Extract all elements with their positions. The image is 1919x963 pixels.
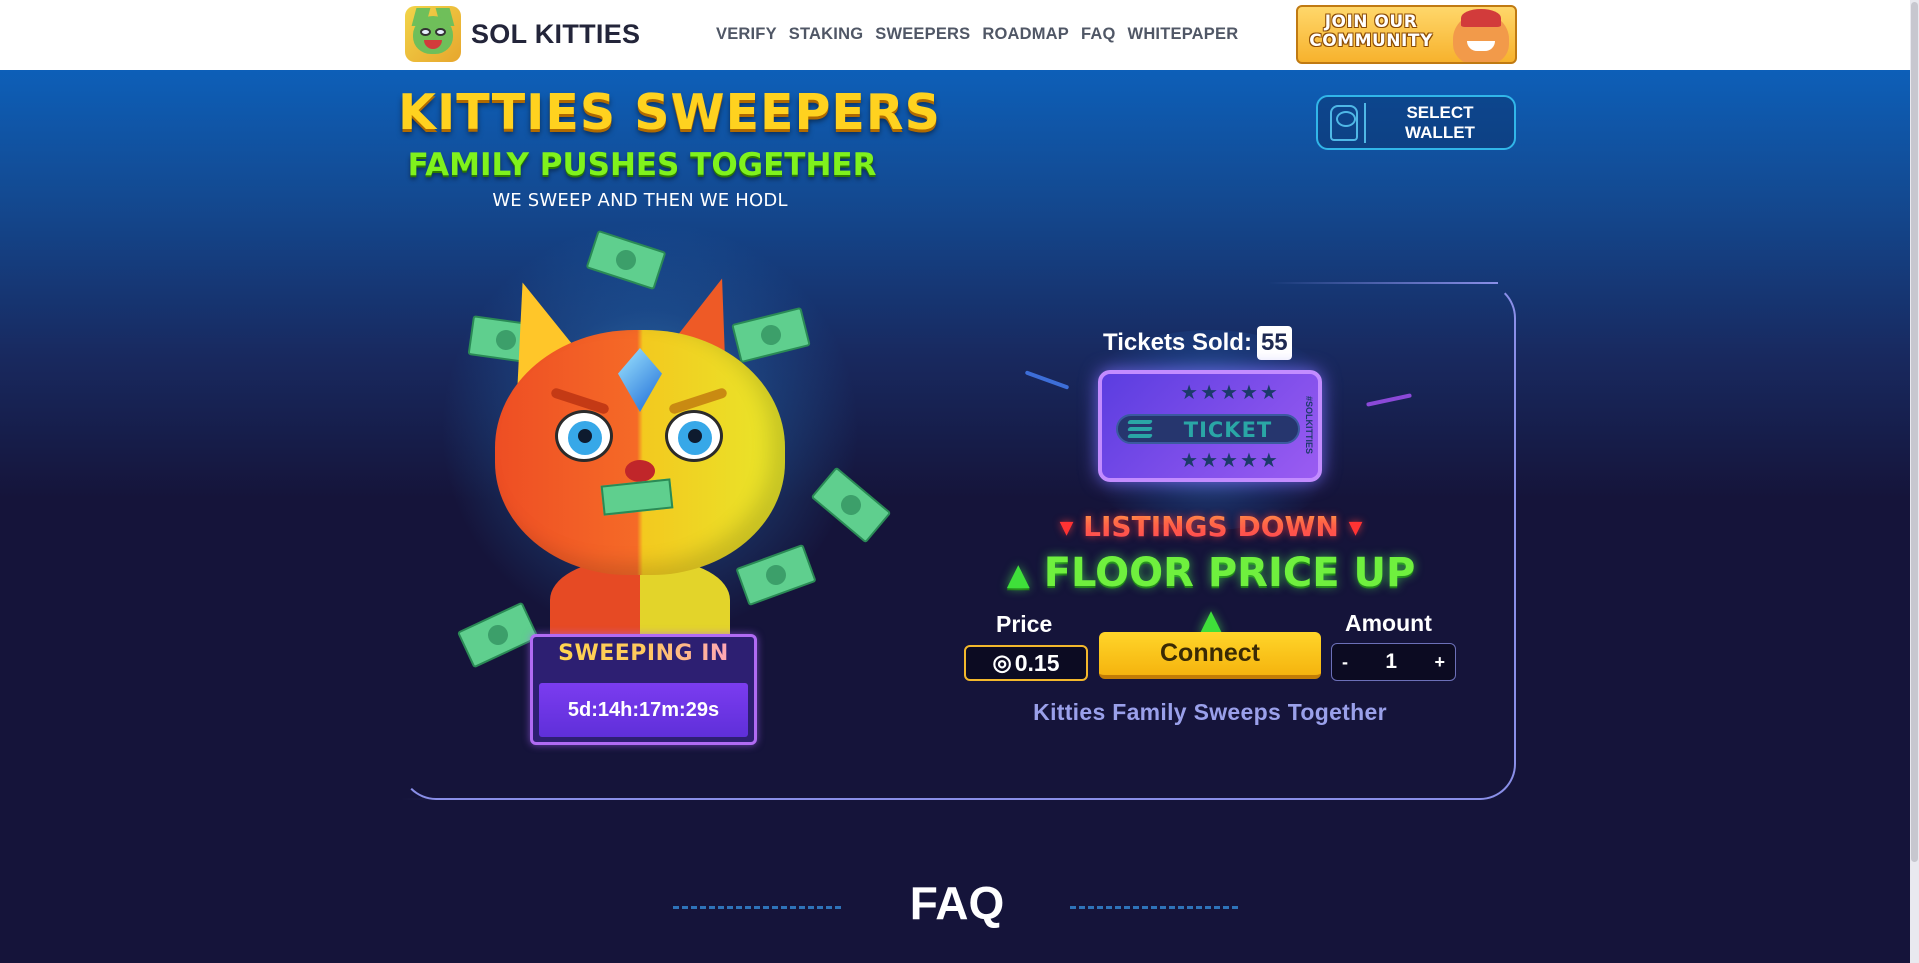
ticket-stars: ★★★★★ — [1180, 382, 1280, 404]
ticket-side-text: #SOLKITTIES — [1304, 396, 1314, 455]
tickets-sold-count: 55 — [1256, 326, 1292, 360]
ticket-label: TICKET — [1183, 418, 1273, 442]
nav-link-sweepers[interactable]: SWEEPERS — [875, 25, 970, 44]
nav-link-whitepaper[interactable]: WHITEPAPER — [1128, 25, 1239, 44]
amount-stepper: - 1 + — [1331, 643, 1456, 681]
amount-label: Amount — [1345, 610, 1432, 636]
tickets-sold-label: Tickets Sold: — [1103, 329, 1252, 356]
amount-value[interactable]: 1 — [1385, 650, 1397, 674]
faq-divider-right — [1070, 906, 1238, 909]
page-scrollbar[interactable] — [1910, 0, 1919, 963]
tickets-sold: Tickets Sold: 55 — [1103, 326, 1292, 360]
sol-kitties-logo — [405, 6, 461, 62]
select-wallet-button[interactable]: SELECT WALLET — [1316, 95, 1516, 150]
amount-increment-button[interactable]: + — [1434, 652, 1445, 673]
triangle-down-icon: ▼ — [1348, 517, 1363, 539]
price-display: ◎ 0.15 — [964, 645, 1088, 681]
faq-heading: FAQ — [909, 877, 1005, 929]
card-top-border — [1268, 282, 1498, 284]
kitty-eye — [665, 410, 723, 462]
top-navbar: SOL KITTIES VERIFY STAKING SWEEPERS ROAD… — [0, 0, 1919, 70]
brand-name: SOL KITTIES — [471, 18, 641, 49]
nav-link-verify[interactable]: VERIFY — [716, 25, 777, 44]
ticket-stars: ★★★★★ — [1180, 450, 1280, 472]
connect-button[interactable]: Connect — [1099, 632, 1321, 679]
sol-currency-icon: ◎ — [992, 650, 1012, 675]
kitty-eye — [555, 410, 613, 462]
ticket-band: TICKET — [1116, 414, 1300, 444]
nav-link-staking[interactable]: STAKING — [789, 25, 863, 44]
price-label: Price — [996, 611, 1053, 637]
solana-icon — [1127, 420, 1153, 440]
sweep-countdown-label: SWEEPING IN — [533, 641, 754, 666]
listings-down-banner: ▼ LISTINGS DOWN ▼ — [1048, 510, 1374, 543]
price-value: 0.15 — [1014, 649, 1060, 676]
scrollbar-thumb[interactable] — [1911, 2, 1918, 862]
nav-link-faq[interactable]: FAQ — [1081, 25, 1116, 44]
kitty-nose — [625, 460, 655, 482]
kitty-illustration — [400, 220, 892, 669]
page-title: KITTIES SWEEPERS — [398, 84, 941, 141]
cat-mascot-icon — [1453, 9, 1509, 62]
nav-link-roadmap[interactable]: ROADMAP — [982, 25, 1069, 44]
triangle-up-icon: ▲ — [1006, 557, 1030, 593]
page-subtitle: FAMILY PUSHES TOGETHER — [407, 147, 877, 183]
listings-down-text: LISTINGS DOWN — [1083, 510, 1339, 543]
wallet-icon — [1330, 105, 1358, 141]
triangle-down-icon: ▼ — [1059, 517, 1074, 539]
sweep-countdown-box: SWEEPING IN 5d:14h:17m:29s — [530, 634, 757, 745]
page-tagline: WE SWEEP AND THEN WE HODL — [492, 190, 788, 211]
sweep-countdown-timer: 5d:14h:17m:29s — [539, 683, 748, 737]
floor-price-up-text: FLOOR PRICE UP — [1043, 550, 1416, 596]
main-nav: VERIFY STAKING SWEEPERS ROADMAP FAQ WHIT… — [716, 25, 1250, 44]
join-community-label: JOIN OUR COMMUNITY — [1309, 12, 1433, 51]
select-wallet-label: SELECT WALLET — [1405, 103, 1475, 142]
faq-divider-left — [673, 906, 841, 909]
card-footer-text: Kitties Family Sweeps Together — [1033, 699, 1387, 725]
brand[interactable]: SOL KITTIES — [405, 6, 640, 62]
wallet-divider — [1364, 103, 1366, 143]
join-community-button[interactable]: JOIN OUR COMMUNITY — [1296, 5, 1517, 64]
ticket-icon: ★★★★★ TICKET ★★★★★ #SOLKITTIES — [1098, 370, 1322, 482]
amount-decrement-button[interactable]: - — [1342, 652, 1348, 673]
card-bottom-border — [400, 798, 1020, 800]
